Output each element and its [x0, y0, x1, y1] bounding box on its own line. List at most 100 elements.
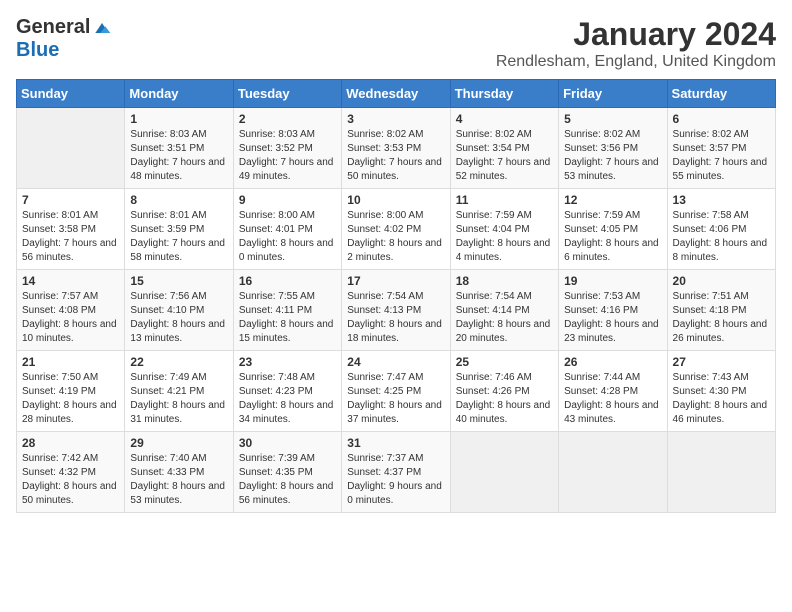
- day-number: 21: [22, 355, 119, 369]
- day-info: Sunrise: 7:51 AMSunset: 4:18 PMDaylight:…: [673, 290, 770, 346]
- subtitle: Rendlesham, England, United Kingdom: [496, 53, 776, 71]
- day-info: Sunrise: 8:02 AMSunset: 3:53 PMDaylight:…: [347, 128, 444, 184]
- day-info: Sunrise: 7:39 AMSunset: 4:35 PMDaylight:…: [239, 452, 336, 508]
- calendar-cell: [450, 432, 558, 513]
- calendar-cell: 16 Sunrise: 7:55 AMSunset: 4:11 PMDayligh…: [233, 270, 341, 351]
- day-info: Sunrise: 7:42 AMSunset: 4:32 PMDaylight:…: [22, 452, 119, 508]
- calendar-cell: [17, 108, 125, 189]
- day-info: Sunrise: 7:56 AMSunset: 4:10 PMDaylight:…: [130, 290, 227, 346]
- week-row-3: 21 Sunrise: 7:50 AMSunset: 4:19 PMDayligh…: [17, 351, 776, 432]
- day-of-week-tuesday: Tuesday: [233, 80, 341, 108]
- day-number: 15: [130, 274, 227, 288]
- calendar-cell: 6Sunrise: 8:02 AMSunset: 3:57 PMDaylight…: [667, 108, 775, 189]
- calendar-cell: 7Sunrise: 8:01 AMSunset: 3:58 PMDaylight…: [17, 189, 125, 270]
- calendar-cell: 8 Sunrise: 8:01 AMSunset: 3:59 PMDaylight…: [125, 189, 233, 270]
- calendar-cell: 28Sunrise: 7:42 AMSunset: 4:32 PMDayligh…: [17, 432, 125, 513]
- day-of-week-wednesday: Wednesday: [342, 80, 450, 108]
- main-title: January 2024: [496, 16, 776, 53]
- calendar-cell: 27Sunrise: 7:43 AMSunset: 4:30 PMDayligh…: [667, 351, 775, 432]
- day-info: Sunrise: 7:48 AMSunset: 4:23 PMDaylight:…: [239, 371, 336, 427]
- calendar-cell: 9 Sunrise: 8:00 AMSunset: 4:01 PMDaylight…: [233, 189, 341, 270]
- day-info: Sunrise: 8:00 AMSunset: 4:01 PMDaylight:…: [239, 209, 336, 265]
- day-number: 30: [239, 436, 336, 450]
- day-number: 10: [347, 193, 444, 207]
- day-info: Sunrise: 7:44 AMSunset: 4:28 PMDaylight:…: [564, 371, 661, 427]
- calendar-cell: 1 Sunrise: 8:03 AMSunset: 3:51 PMDaylight…: [125, 108, 233, 189]
- week-row-2: 14 Sunrise: 7:57 AMSunset: 4:08 PMDayligh…: [17, 270, 776, 351]
- day-info: Sunrise: 7:54 AMSunset: 4:14 PMDaylight:…: [456, 290, 553, 346]
- day-of-week-friday: Friday: [559, 80, 667, 108]
- day-info: Sunrise: 8:02 AMSunset: 3:56 PMDaylight:…: [564, 128, 661, 184]
- logo-blue: Blue: [16, 39, 59, 61]
- day-of-week-sunday: Sunday: [17, 80, 125, 108]
- day-number: 8: [130, 193, 227, 207]
- day-info: Sunrise: 7:54 AMSunset: 4:13 PMDaylight:…: [347, 290, 444, 346]
- day-number: 7: [22, 193, 119, 207]
- day-number: 9: [239, 193, 336, 207]
- day-info: Sunrise: 7:47 AMSunset: 4:25 PMDaylight:…: [347, 371, 444, 427]
- calendar-cell: 25Sunrise: 7:46 AMSunset: 4:26 PMDayligh…: [450, 351, 558, 432]
- calendar-body: 1 Sunrise: 8:03 AMSunset: 3:51 PMDaylight…: [17, 108, 776, 513]
- calendar-cell: 12 Sunrise: 7:59 AMSunset: 4:05 PMDayligh…: [559, 189, 667, 270]
- calendar-cell: 21 Sunrise: 7:50 AMSunset: 4:19 PMDayligh…: [17, 351, 125, 432]
- day-number: 23: [239, 355, 336, 369]
- header-row: SundayMondayTuesdayWednesdayThursdayFrid…: [17, 80, 776, 108]
- day-of-week-saturday: Saturday: [667, 80, 775, 108]
- day-info: Sunrise: 7:55 AMSunset: 4:11 PMDaylight:…: [239, 290, 336, 346]
- calendar-cell: 3 Sunrise: 8:02 AMSunset: 3:53 PMDaylight…: [342, 108, 450, 189]
- day-number: 19: [564, 274, 661, 288]
- calendar-cell: 2 Sunrise: 8:03 AMSunset: 3:52 PMDaylight…: [233, 108, 341, 189]
- day-number: 17: [347, 274, 444, 288]
- day-info: Sunrise: 8:01 AMSunset: 3:59 PMDaylight:…: [130, 209, 227, 265]
- calendar-cell: 18Sunrise: 7:54 AMSunset: 4:14 PMDayligh…: [450, 270, 558, 351]
- calendar: SundayMondayTuesdayWednesdayThursdayFrid…: [16, 79, 776, 513]
- day-info: Sunrise: 8:03 AMSunset: 3:51 PMDaylight:…: [130, 128, 227, 184]
- calendar-cell: 30 Sunrise: 7:39 AMSunset: 4:35 PMDayligh…: [233, 432, 341, 513]
- day-info: Sunrise: 7:57 AMSunset: 4:08 PMDaylight:…: [22, 290, 119, 346]
- day-number: 3: [347, 112, 444, 126]
- day-number: 26: [564, 355, 661, 369]
- day-number: 27: [673, 355, 770, 369]
- calendar-cell: 17 Sunrise: 7:54 AMSunset: 4:13 PMDayligh…: [342, 270, 450, 351]
- calendar-cell: 14 Sunrise: 7:57 AMSunset: 4:08 PMDayligh…: [17, 270, 125, 351]
- day-number: 12: [564, 193, 661, 207]
- calendar-cell: 23 Sunrise: 7:48 AMSunset: 4:23 PMDayligh…: [233, 351, 341, 432]
- day-number: 2: [239, 112, 336, 126]
- calendar-cell: 22 Sunrise: 7:49 AMSunset: 4:21 PMDayligh…: [125, 351, 233, 432]
- calendar-cell: 13 Sunrise: 7:58 AMSunset: 4:06 PMDayligh…: [667, 189, 775, 270]
- day-number: 16: [239, 274, 336, 288]
- week-row-4: 28Sunrise: 7:42 AMSunset: 4:32 PMDayligh…: [17, 432, 776, 513]
- logo-general: General: [16, 16, 90, 39]
- calendar-cell: 5 Sunrise: 8:02 AMSunset: 3:56 PMDaylight…: [559, 108, 667, 189]
- day-info: Sunrise: 8:00 AMSunset: 4:02 PMDaylight:…: [347, 209, 444, 265]
- day-number: 14: [22, 274, 119, 288]
- day-info: Sunrise: 7:37 AMSunset: 4:37 PMDaylight:…: [347, 452, 444, 508]
- day-info: Sunrise: 7:59 AMSunset: 4:04 PMDaylight:…: [456, 209, 553, 265]
- calendar-cell: 29Sunrise: 7:40 AMSunset: 4:33 PMDayligh…: [125, 432, 233, 513]
- calendar-cell: 20Sunrise: 7:51 AMSunset: 4:18 PMDayligh…: [667, 270, 775, 351]
- day-number: 24: [347, 355, 444, 369]
- day-number: 5: [564, 112, 661, 126]
- title-area: January 2024 Rendlesham, England, United…: [496, 16, 776, 71]
- calendar-cell: 10 Sunrise: 8:00 AMSunset: 4:02 PMDayligh…: [342, 189, 450, 270]
- day-info: Sunrise: 7:49 AMSunset: 4:21 PMDaylight:…: [130, 371, 227, 427]
- day-info: Sunrise: 7:58 AMSunset: 4:06 PMDaylight:…: [673, 209, 770, 265]
- day-number: 22: [130, 355, 227, 369]
- day-info: Sunrise: 7:53 AMSunset: 4:16 PMDaylight:…: [564, 290, 661, 346]
- calendar-cell: 15 Sunrise: 7:56 AMSunset: 4:10 PMDayligh…: [125, 270, 233, 351]
- day-number: 1: [130, 112, 227, 126]
- week-row-1: 7Sunrise: 8:01 AMSunset: 3:58 PMDaylight…: [17, 189, 776, 270]
- day-info: Sunrise: 7:59 AMSunset: 4:05 PMDaylight:…: [564, 209, 661, 265]
- logo: General Blue: [16, 16, 112, 62]
- calendar-cell: 11 Sunrise: 7:59 AMSunset: 4:04 PMDayligh…: [450, 189, 558, 270]
- logo-icon: [92, 18, 112, 38]
- day-number: 4: [456, 112, 553, 126]
- day-number: 11: [456, 193, 553, 207]
- day-of-week-monday: Monday: [125, 80, 233, 108]
- day-number: 13: [673, 193, 770, 207]
- day-info: Sunrise: 8:03 AMSunset: 3:52 PMDaylight:…: [239, 128, 336, 184]
- calendar-cell: [667, 432, 775, 513]
- calendar-cell: [559, 432, 667, 513]
- day-info: Sunrise: 7:50 AMSunset: 4:19 PMDaylight:…: [22, 371, 119, 427]
- header: General Blue January 2024 Rendlesham, En…: [16, 16, 776, 71]
